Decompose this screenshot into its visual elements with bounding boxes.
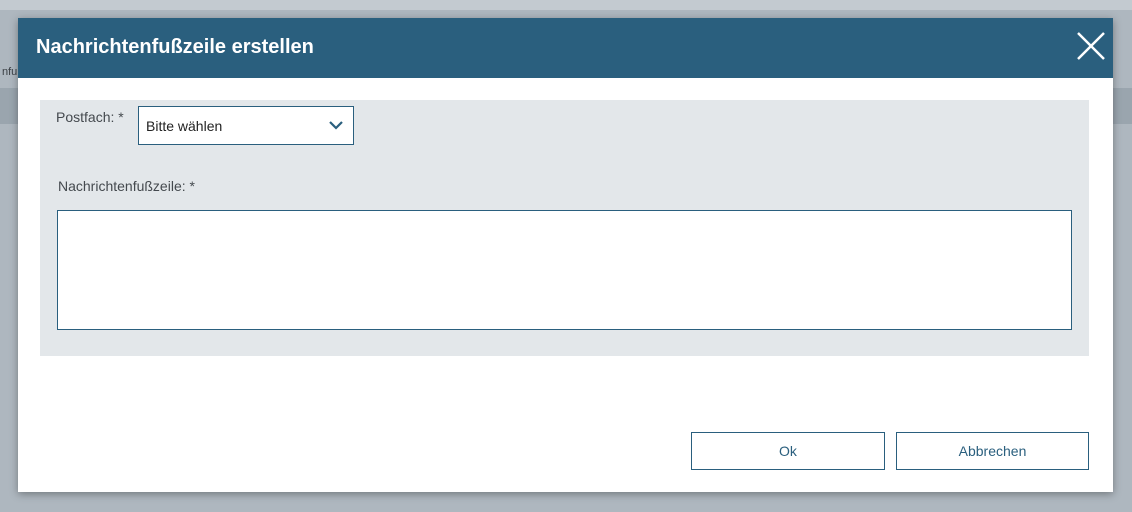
postfach-select[interactable]: Bitte wählen: [138, 106, 354, 145]
ok-button[interactable]: Ok: [691, 432, 885, 470]
form-panel: Postfach: * Bitte wählen Nachrichtenfußz…: [40, 100, 1089, 356]
background-text-fragment: nfu: [2, 66, 18, 78]
close-button[interactable]: [1073, 28, 1109, 64]
chevron-down-icon: [329, 121, 343, 130]
dialog-header: Nachrichtenfußzeile erstellen: [18, 18, 1113, 78]
background-top-strip: [0, 0, 1132, 10]
close-icon: [1077, 32, 1105, 60]
message-footer-textarea[interactable]: [57, 210, 1072, 330]
postfach-select-value: Bitte wählen: [146, 118, 223, 134]
create-footer-dialog: Nachrichtenfußzeile erstellen Postfach: …: [18, 18, 1113, 492]
message-footer-label: Nachrichtenfußzeile: *: [58, 178, 195, 194]
postfach-label: Postfach: *: [56, 109, 124, 125]
cancel-button[interactable]: Abbrechen: [896, 432, 1089, 470]
dialog-title: Nachrichtenfußzeile erstellen: [36, 36, 314, 58]
